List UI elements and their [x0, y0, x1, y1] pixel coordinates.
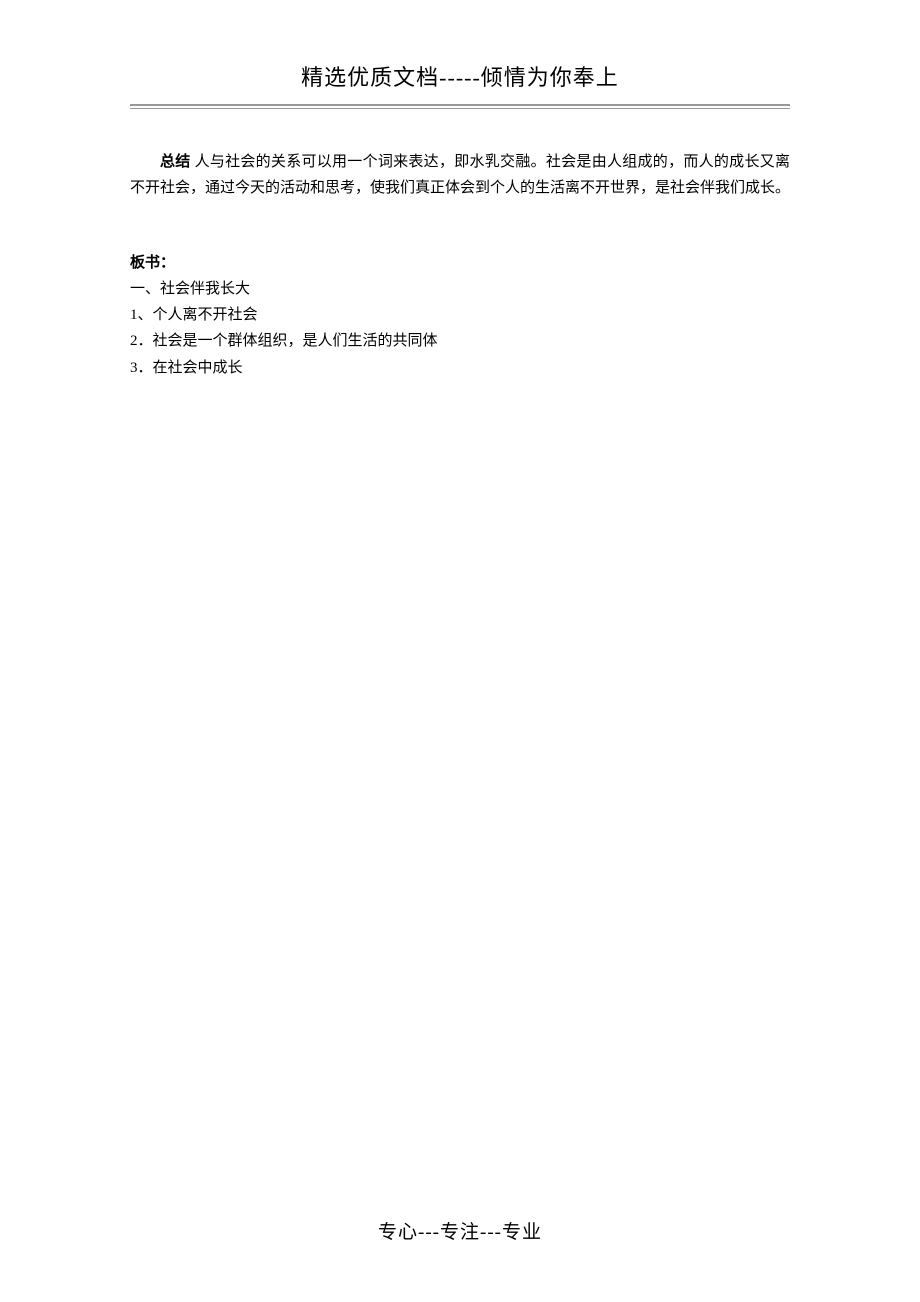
summary-paragraph: 总结人与社会的关系可以用一个词来表达，即水乳交融。社会是由人组成的，而人的成长又…: [130, 149, 790, 202]
outline-item: 1、个人离不开社会: [130, 302, 790, 328]
outline-item: 3．在社会中成长: [130, 355, 790, 381]
summary-text: 人与社会的关系可以用一个词来表达，即水乳交融。社会是由人组成的，而人的成长又离不…: [130, 154, 790, 196]
page-header: 精选优质文档-----倾情为你奉上: [130, 60, 790, 104]
header-divider-thick: [130, 104, 790, 106]
header-divider-thin: [130, 108, 790, 109]
outline-item: 一、社会伴我长大: [130, 276, 790, 302]
summary-label: 总结: [160, 154, 191, 170]
page-footer: 专心---专注---专业: [0, 1217, 920, 1244]
outline-title: 板书：: [130, 250, 790, 276]
outline-item: 2．社会是一个群体组织，是人们生活的共同体: [130, 328, 790, 354]
document-page: 精选优质文档-----倾情为你奉上 总结人与社会的关系可以用一个词来表达，即水乳…: [0, 0, 920, 381]
